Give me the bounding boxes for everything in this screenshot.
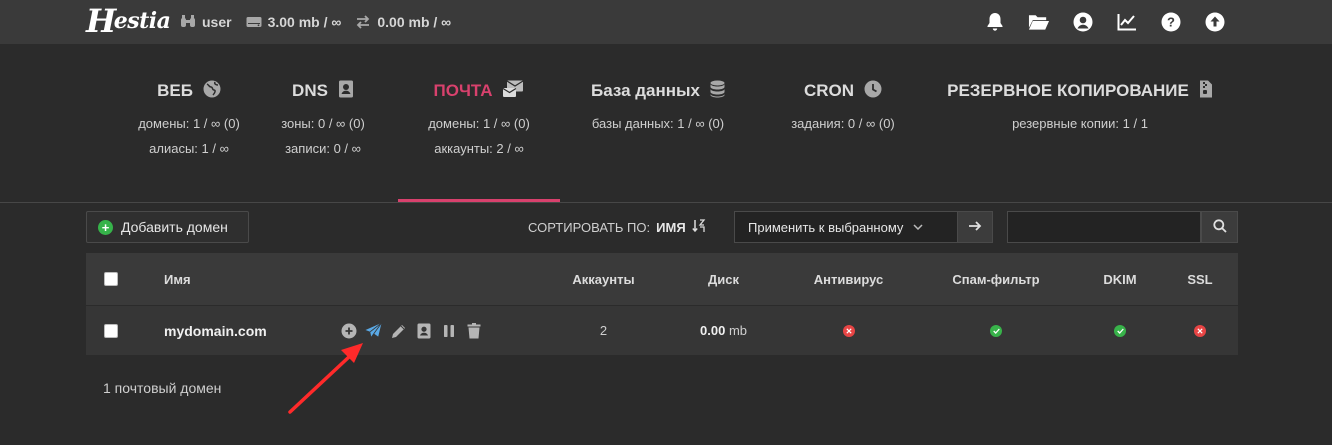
username[interactable]: user bbox=[202, 14, 232, 30]
chevron-down-icon bbox=[913, 222, 923, 233]
folder-open-icon[interactable] bbox=[1028, 11, 1050, 33]
ssl-status bbox=[1171, 306, 1229, 355]
tab-mail[interactable]: ПОЧТА домены: 1 / ∞ (0) аккаунты: 2 / ∞ bbox=[398, 44, 560, 202]
mail-bulk-icon bbox=[502, 79, 524, 103]
domain-count: 1 почтовый домен bbox=[103, 380, 222, 396]
top-icons: ? bbox=[984, 0, 1226, 44]
search-button[interactable] bbox=[1201, 211, 1238, 243]
hestia-logo[interactable]: Hestia bbox=[86, 2, 171, 40]
select-all-cell bbox=[104, 253, 118, 305]
top-bar: Hestia user 3.00 mb / ∞ 0.00 mb / ∞ ? bbox=[0, 0, 1332, 44]
file-archive-icon bbox=[1199, 80, 1213, 103]
sort-alpha-down-icon[interactable] bbox=[691, 218, 706, 236]
tab-backup[interactable]: РЕЗЕРВНОЕ КОПИРОВАНИЕ резервные копии: 1… bbox=[938, 44, 1222, 202]
spam-filter-status bbox=[936, 306, 1056, 355]
exchange-icon bbox=[355, 15, 371, 29]
database-icon bbox=[710, 80, 725, 103]
add-domain-button[interactable]: + Добавить домен bbox=[86, 211, 249, 243]
tab-dns[interactable]: DNS зоны: 0 / ∞ (0) записи: 0 / ∞ bbox=[247, 44, 399, 202]
status-off-icon bbox=[842, 324, 855, 337]
bulk-action-select[interactable]: Применить к выбранному bbox=[734, 211, 958, 243]
col-ssl: SSL bbox=[1187, 271, 1213, 287]
svg-text:?: ? bbox=[1167, 15, 1175, 30]
dkim-status bbox=[1086, 306, 1154, 355]
user-circle-icon[interactable] bbox=[1072, 11, 1094, 33]
globe-icon bbox=[203, 80, 221, 103]
add-account-icon[interactable] bbox=[340, 322, 357, 339]
tab-cron[interactable]: CRON задания: 0 / ∞ (0) bbox=[750, 44, 936, 202]
select-all-checkbox[interactable] bbox=[104, 272, 118, 286]
disk-usage: 3.00 mb / ∞ bbox=[267, 14, 342, 30]
row-select-cell bbox=[104, 306, 118, 355]
apply-bulk-button[interactable] bbox=[957, 211, 993, 243]
search-input[interactable] bbox=[1007, 211, 1201, 243]
bell-icon[interactable] bbox=[984, 11, 1006, 33]
antivirus-status bbox=[791, 306, 906, 355]
chart-line-icon[interactable] bbox=[1116, 11, 1138, 33]
domain-name-link[interactable]: mydomain.com bbox=[164, 323, 267, 339]
account-stats: user 3.00 mb / ∞ 0.00 mb / ∞ bbox=[180, 0, 459, 44]
binoculars-icon bbox=[180, 15, 196, 29]
accounts-count: 2 bbox=[599, 323, 608, 338]
status-off-icon bbox=[1194, 324, 1206, 337]
hdd-icon bbox=[246, 16, 262, 28]
col-antivirus: Антивирус bbox=[813, 271, 884, 287]
tab-database[interactable]: База данных базы данных: 1 / ∞ (0) bbox=[563, 44, 753, 202]
col-spam-filter: Спам-фильтр bbox=[952, 271, 1040, 287]
address-book-icon[interactable] bbox=[415, 322, 432, 339]
pause-icon[interactable] bbox=[440, 322, 457, 339]
col-accounts: Аккаунты bbox=[572, 271, 635, 287]
sort-label: СОРТИРОВАТЬ ПО: bbox=[528, 219, 651, 235]
col-name[interactable]: Имя bbox=[164, 253, 191, 305]
sort-value[interactable]: ИМЯ bbox=[656, 220, 686, 235]
status-on-icon bbox=[1114, 324, 1126, 337]
clock-icon bbox=[864, 80, 882, 103]
arrow-right-icon bbox=[968, 220, 982, 235]
plus-circle-icon: + bbox=[98, 219, 113, 235]
question-circle-icon[interactable]: ? bbox=[1160, 11, 1182, 33]
trash-icon[interactable] bbox=[465, 322, 482, 339]
row-checkbox[interactable] bbox=[104, 323, 118, 338]
status-on-icon bbox=[990, 324, 1002, 337]
table-row: mydomain.com 2 0.00 mb bbox=[86, 306, 1238, 355]
address-book-icon bbox=[338, 80, 354, 103]
edit-pencil-icon[interactable] bbox=[390, 322, 407, 339]
stats-tabs: ВЕБ домены: 1 / ∞ (0) алиасы: 1 / ∞ DNS … bbox=[0, 44, 1332, 202]
disk-usage-cell: 0.00 mb bbox=[700, 323, 747, 338]
col-disk: Диск bbox=[708, 271, 739, 287]
table-header: Имя Аккаунты Диск Антивирус Спам-фильтр … bbox=[86, 253, 1238, 306]
tabs-divider bbox=[0, 202, 1332, 203]
col-dkim: DKIM bbox=[1103, 271, 1137, 287]
row-actions bbox=[340, 306, 482, 355]
arrow-up-circle-icon[interactable] bbox=[1204, 11, 1226, 33]
sort-control[interactable]: СОРТИРОВАТЬ ПО: ИМЯ bbox=[528, 211, 706, 243]
search-icon bbox=[1212, 218, 1227, 236]
send-icon[interactable] bbox=[365, 322, 382, 339]
bandwidth-usage: 0.00 mb / ∞ bbox=[377, 14, 452, 30]
